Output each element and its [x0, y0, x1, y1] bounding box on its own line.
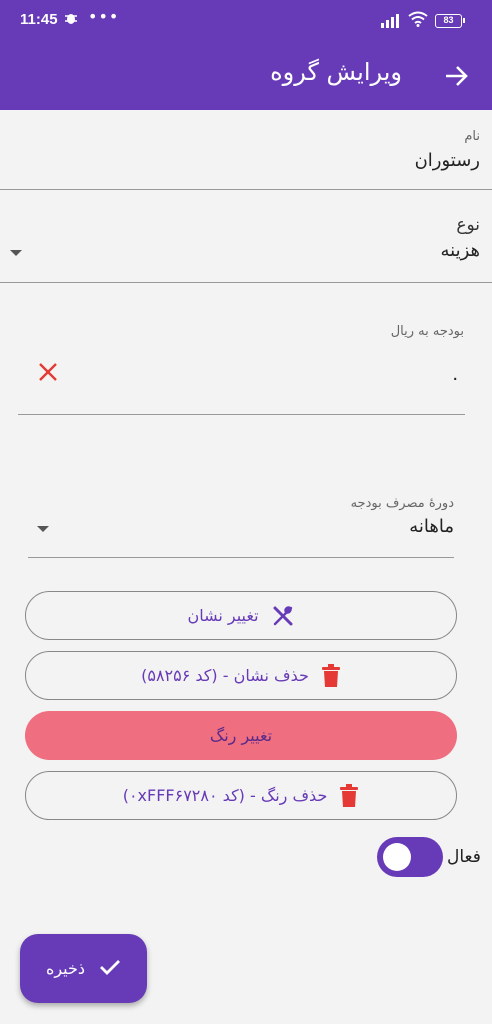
type-underline [0, 282, 492, 283]
budget-underline [18, 414, 465, 415]
change-icon-label: تغییر نشان [187, 606, 259, 625]
save-button[interactable]: ذخیره [20, 934, 147, 1003]
app-bar: ویرایش گروه [0, 42, 492, 110]
budget-label: بودجه به ریال [390, 324, 464, 339]
save-label: ذخیره [45, 959, 86, 978]
active-label: فعال [447, 847, 481, 867]
chevron-down-icon [10, 250, 22, 256]
delete-icon-label: حذف نشان - (کد ۵۸۲۵۶) [141, 666, 309, 685]
name-label: نام [464, 129, 480, 144]
budget-period-value: ماهانه [409, 516, 454, 537]
fork-spoon-icon [271, 604, 295, 628]
active-toggle[interactable] [377, 837, 443, 877]
delete-color-label: حذف رنگ - (کد ۰xFFF۶۷۲۸۰) [122, 786, 328, 805]
status-time: 11:45 [20, 11, 58, 28]
battery-icon: 83 [435, 14, 465, 28]
page-title: ویرایش گروه [270, 58, 402, 86]
delete-color-button[interactable]: حذف رنگ - (کد ۰xFFF۶۷۲۸۰) [25, 771, 457, 820]
change-color-label: تغییر رنگ [209, 726, 273, 745]
bug-icon [64, 11, 78, 29]
change-color-button[interactable]: تغییر رنگ [25, 711, 457, 760]
delete-icon-button[interactable]: حذف نشان - (کد ۵۸۲۵۶) [25, 651, 457, 700]
name-value: رستوران [414, 150, 480, 171]
signal-icon [381, 13, 403, 32]
check-icon [99, 958, 121, 980]
type-value: هزینه [440, 240, 480, 261]
name-underline [0, 189, 492, 190]
type-label: نوع [456, 215, 480, 235]
budget-period-label: دورهٔ مصرف بودجه [350, 496, 454, 511]
status-bar: 11:45 ••• 83 [0, 0, 492, 42]
trash-icon [321, 663, 341, 688]
change-icon-button[interactable]: تغییر نشان [25, 591, 457, 640]
budget-value: ۰ [450, 368, 460, 389]
toggle-knob [383, 843, 411, 871]
clear-icon[interactable] [38, 362, 58, 382]
arrow-back-icon[interactable] [442, 62, 470, 90]
chevron-down-icon [37, 526, 49, 532]
budget-period-underline [28, 557, 454, 558]
wifi-icon [408, 11, 428, 31]
trash-icon [339, 783, 359, 808]
more-dots-icon: ••• [88, 7, 120, 26]
